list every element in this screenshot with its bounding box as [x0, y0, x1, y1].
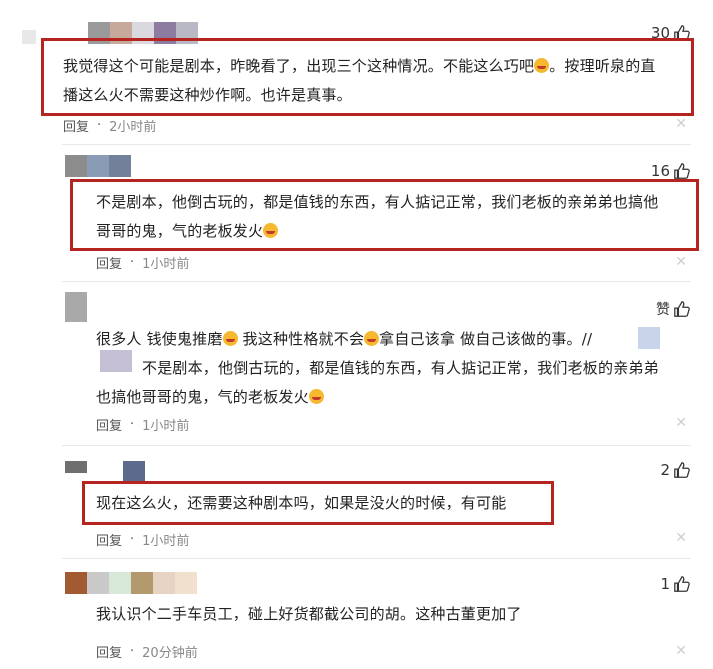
comment-1: 30 我觉得这个可能是剧本，昨晚看了，出现三个这种情况。不能这么巧吧 。按理听泉的… — [0, 0, 713, 140]
thumbs-up-icon — [674, 462, 690, 478]
comment-text: 很多人 钱使鬼推磨 我这种性格就不会 拿自己该拿 做自己该做的事。// 不是剧本，… — [96, 330, 659, 406]
timestamp: 1小时前 — [142, 257, 190, 272]
comment-text: 现在这么火，还需要这种剧本吗，如果是没火的时候，有可能 — [96, 494, 507, 512]
avatar[interactable] — [65, 292, 87, 322]
divider — [62, 144, 691, 145]
close-icon[interactable]: ✕ — [675, 643, 687, 659]
comment-meta: 回复 · 20分钟前 — [96, 642, 198, 661]
comment-text: 不是剧本，他倒古玩的，都是值钱的东西，有人掂记正常，我们老板的亲弟弟也搞他 哥哥… — [96, 193, 659, 240]
close-icon[interactable]: ✕ — [675, 116, 687, 132]
comment-text: 我觉得这个可能是剧本，昨晚看了，出现三个这种情况。不能这么巧吧 。按理听泉的直 播… — [63, 57, 656, 104]
reply-button[interactable]: 回复 — [96, 530, 122, 549]
like-button[interactable]: 2 — [660, 461, 691, 479]
emoji-icon — [308, 389, 324, 404]
close-icon[interactable]: ✕ — [675, 254, 687, 270]
avatar[interactable] — [65, 461, 145, 483]
timestamp: 2小时前 — [109, 120, 157, 135]
thumbs-up-icon — [674, 576, 690, 592]
like-count: 赞 — [656, 302, 670, 318]
separator: · — [130, 255, 135, 270]
comment-meta: 回复 · 2小时前 — [63, 116, 156, 135]
separator: · — [130, 644, 135, 659]
comment-meta: 回复 · 1小时前 — [96, 530, 189, 549]
like-button[interactable]: 1 — [660, 575, 691, 593]
reply-button[interactable]: 回复 — [96, 415, 122, 434]
reply-button[interactable]: 回复 — [96, 253, 122, 272]
like-count: 16 — [650, 162, 670, 180]
comment-meta: 回复 · 1小时前 — [96, 253, 189, 272]
timestamp: 1小时前 — [142, 534, 190, 549]
reply-button[interactable]: 回复 — [63, 116, 89, 135]
like-count: 2 — [660, 461, 670, 479]
like-count: 1 — [660, 575, 670, 593]
timestamp: 20分钟前 — [142, 646, 198, 661]
like-button[interactable]: 赞 — [656, 299, 691, 319]
avatar[interactable] — [65, 572, 197, 594]
emoji-icon — [222, 331, 238, 346]
timestamp: 1小时前 — [142, 419, 190, 434]
thumbs-up-icon — [674, 163, 690, 179]
comment-text: 我认识个二手车员工，碰上好货都截公司的胡。这种古董更加了 — [96, 605, 522, 623]
emoji-icon — [534, 58, 550, 73]
avatar[interactable] — [65, 155, 131, 177]
reply-button[interactable]: 回复 — [96, 642, 122, 661]
emoji-icon — [263, 223, 279, 238]
avatar-thumb — [22, 30, 36, 44]
like-button[interactable]: 16 — [651, 162, 691, 180]
divider — [62, 445, 691, 446]
divider — [62, 281, 691, 282]
emoji-icon — [364, 331, 380, 346]
close-icon[interactable]: ✕ — [675, 530, 687, 546]
close-icon[interactable]: ✕ — [675, 415, 687, 431]
comment-meta: 回复 · 1小时前 — [96, 415, 189, 434]
divider — [62, 558, 691, 559]
thumbs-up-icon — [674, 301, 690, 317]
separator: · — [130, 417, 135, 432]
separator: · — [97, 118, 102, 133]
separator: · — [130, 532, 135, 547]
